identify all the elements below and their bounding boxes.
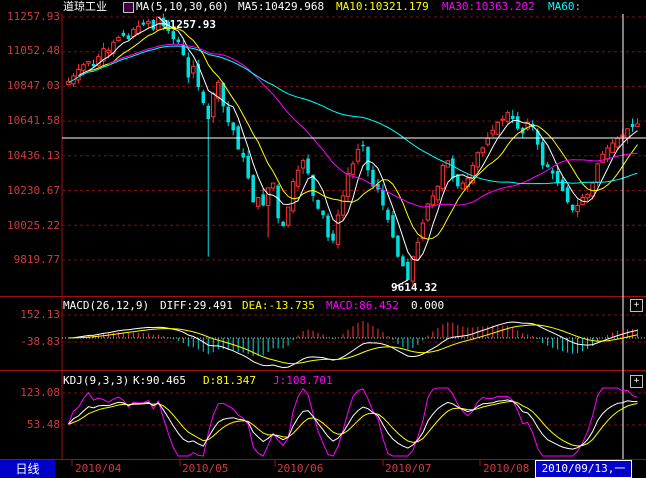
candle-body-down xyxy=(451,158,455,179)
chart-canvas xyxy=(61,13,646,466)
candle-body-up xyxy=(106,49,111,53)
candle-body-up xyxy=(600,153,605,163)
candle-body-up xyxy=(480,147,486,154)
candle-body-up xyxy=(255,196,261,207)
candle-body-up xyxy=(86,60,91,64)
candle-body-up xyxy=(495,121,500,135)
candle-body-down xyxy=(515,116,520,129)
candle-body-down xyxy=(366,146,370,171)
candle-body-up xyxy=(610,142,615,154)
candle-body-down xyxy=(326,215,330,238)
candle-body-up xyxy=(355,148,361,162)
candle-body-up xyxy=(635,123,640,127)
candle-body-up xyxy=(335,214,341,245)
candle-body-up xyxy=(136,25,141,35)
candle-body-down xyxy=(221,82,225,107)
candle-body-down xyxy=(121,32,126,36)
candle-body-down xyxy=(251,175,255,203)
candle-body-up xyxy=(475,152,481,168)
candle-body-down xyxy=(361,144,365,147)
candle-body-down xyxy=(406,261,410,281)
candle-body-down xyxy=(540,142,545,166)
candle-body-down xyxy=(401,256,405,267)
candle-body-up xyxy=(440,164,446,190)
candle-body-up xyxy=(410,256,416,282)
candle-body-down xyxy=(306,158,310,174)
candle-body-down xyxy=(151,20,156,30)
candle-body-down xyxy=(386,209,390,220)
candle-body-down xyxy=(550,170,555,174)
candle-body-up xyxy=(295,169,301,187)
candle-body-down xyxy=(510,115,515,120)
candle-body-down xyxy=(565,187,570,203)
candle-body-up xyxy=(590,182,595,197)
candle-body-up xyxy=(270,182,276,189)
candle-body-down xyxy=(570,204,575,211)
candle-body-down xyxy=(316,199,320,209)
candle-body-down xyxy=(241,152,245,158)
candle-body-up xyxy=(420,222,426,239)
candle-body-up xyxy=(615,137,620,148)
stock-chart-window: 道琼工业 MA(5,10,30,60) MA5:10429.968 MA10:1… xyxy=(0,0,646,478)
candle-body-up xyxy=(415,241,421,260)
candle-body-down xyxy=(141,22,146,25)
candle-body-up xyxy=(595,163,600,183)
candle-body-down xyxy=(276,185,280,219)
candle-body-down xyxy=(630,123,635,128)
candle-body-up xyxy=(146,20,151,25)
candle-body-up xyxy=(290,180,296,212)
candle-body-down xyxy=(391,215,395,238)
candle-body-up xyxy=(505,112,510,122)
candle-body-up xyxy=(500,118,505,121)
candle-body-up xyxy=(485,137,491,145)
candle-body-up xyxy=(605,147,610,160)
candle-body-down xyxy=(91,64,96,67)
candle-body-down xyxy=(201,91,206,104)
candle-body-down xyxy=(281,221,285,227)
candle-body-up xyxy=(490,129,496,135)
candle-body-down xyxy=(226,106,230,123)
candle-body-down xyxy=(321,210,325,216)
candle-body-up xyxy=(340,195,346,216)
candle-body-down xyxy=(246,155,250,179)
candle-body-down xyxy=(261,194,265,206)
candle-body-down xyxy=(331,233,335,241)
candle-body-up xyxy=(210,92,216,118)
candle-body-down xyxy=(381,190,385,206)
candle-body-up xyxy=(430,195,436,206)
candle-body-down xyxy=(186,57,191,78)
candle-body-up xyxy=(345,172,351,197)
candle-body-down xyxy=(231,122,235,131)
candle-body-up xyxy=(350,163,356,175)
candle-body-up xyxy=(81,64,86,71)
candle-body-down xyxy=(126,35,131,40)
ma10-line xyxy=(88,27,638,240)
candle-body-down xyxy=(171,31,176,40)
candle-body-up xyxy=(116,36,121,42)
candle-body-up xyxy=(285,206,291,226)
candle-body-up xyxy=(435,185,441,201)
candle-body-down xyxy=(560,179,565,192)
candle-body-down xyxy=(396,235,400,257)
candle-body-down xyxy=(176,39,181,43)
candle-body-up xyxy=(191,65,196,74)
candle-body-down xyxy=(555,171,560,184)
candle-body-up xyxy=(585,193,590,199)
candle-body-up xyxy=(625,128,630,139)
candle-body-up xyxy=(300,160,306,169)
candle-body-up xyxy=(460,182,466,190)
candle-body-up xyxy=(131,28,136,37)
kdj-j-line xyxy=(68,387,638,457)
candle-body-down xyxy=(545,164,550,168)
candle-body-up xyxy=(575,204,580,213)
candle-body-down xyxy=(206,105,210,120)
low-marker-line xyxy=(392,279,409,289)
candle-body-up xyxy=(265,187,271,207)
